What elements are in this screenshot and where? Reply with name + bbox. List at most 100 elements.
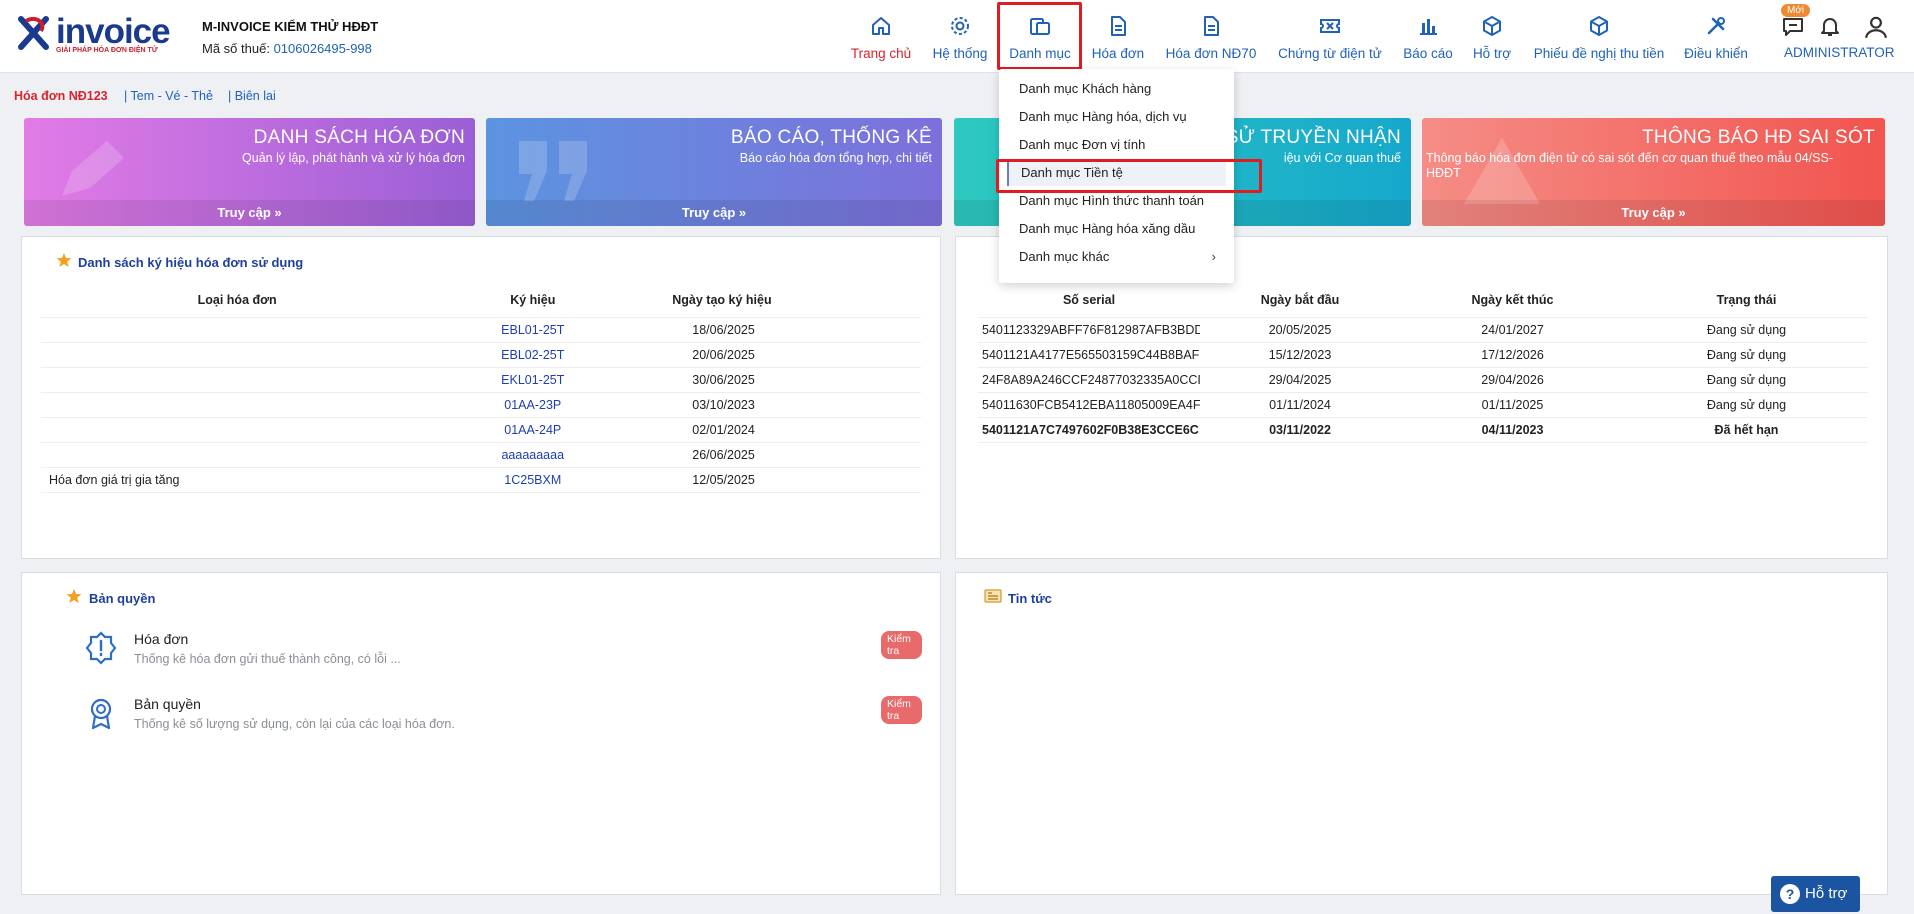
panel-title: Tin tức [1008, 591, 1052, 606]
panel-title: Danh sách ký hiệu hóa đơn sử dụng [78, 255, 304, 270]
tab-receipts[interactable]: | Biên lai [228, 89, 276, 103]
license-item-name: Bản quyền [134, 696, 201, 712]
tab-invoice-nd123[interactable]: Hóa đơn NĐ123 [14, 89, 108, 103]
col-status: Trạng thái [1625, 283, 1868, 318]
cell-status: Đã hết hạn [1625, 417, 1868, 443]
cell-end-date: 29/04/2026 [1400, 367, 1625, 393]
cell-invoice-type [41, 342, 434, 368]
panel-title: Bản quyền [89, 591, 156, 606]
table-row[interactable]: 24F8A89A246CCF24877032335A0CCI 29/04/2025… [978, 367, 1868, 393]
nav-invoice[interactable]: Hóa đơn [1083, 0, 1153, 73]
cell-start-date: 29/04/2025 [1200, 367, 1400, 393]
nav-home-label: Trang chủ [850, 46, 912, 61]
cell-invoice-type [41, 392, 434, 418]
banner-access-button[interactable]: Truy cập » [486, 200, 942, 226]
help-button[interactable]: ? Hỗ trợ [1771, 876, 1860, 912]
nav-reports-label: Báo cáo [1403, 46, 1453, 61]
col-end-date: Ngày kết thúc [1400, 283, 1625, 318]
brand-logo[interactable]: invoice GIẢI PHÁP HÓA ĐƠN ĐIỆN TỬ [16, 10, 182, 58]
cell-created-date: 12/05/2025 [632, 467, 921, 493]
cell-start-date: 03/11/2022 [1200, 417, 1400, 443]
invoice-symbols-panel: Danh sách ký hiệu hóa đơn sử dụng Loại h… [21, 236, 941, 559]
cell-serial: 24F8A89A246CCF24877032335A0CCI [978, 367, 1200, 393]
notifications-button[interactable] [1815, 0, 1845, 73]
nav-support[interactable]: Hỗ trợ [1464, 0, 1520, 73]
admin-username[interactable]: ADMINISTRATOR [1784, 45, 1895, 60]
banner-access-button[interactable]: Truy cập » [24, 200, 475, 226]
nav-system[interactable]: Hệ thống [925, 0, 995, 73]
nav-invoice-label: Hóa đơn [1091, 46, 1145, 61]
table-row[interactable]: 01AA-24P 02/01/2024 [41, 417, 921, 443]
symbols-table: Loại hóa đơn Ký hiệu Ngày tạo ký hiệu EB… [41, 283, 921, 493]
home-icon [869, 14, 893, 38]
user-icon [1863, 14, 1887, 38]
check-button[interactable]: Kiểm tra [881, 631, 922, 659]
table-row[interactable]: Hóa đơn giá trị gia tăng 1C25BXM 12/05/202… [41, 467, 921, 493]
menu-item-other-label: Danh mục khác [1019, 249, 1110, 264]
nav-control[interactable]: Điều khiển [1678, 0, 1754, 73]
cell-symbol[interactable]: EBL02-25T [433, 342, 633, 368]
cell-symbol[interactable]: 1C25BXM [433, 467, 633, 493]
menu-item-fuel-goods[interactable]: Danh mục Hàng hóa xăng dầu [999, 216, 1234, 242]
cell-symbol[interactable]: aaaaaaaaa [433, 442, 633, 468]
cell-end-date: 17/12/2026 [1400, 342, 1625, 368]
nav-reports[interactable]: Báo cáo [1396, 0, 1460, 73]
banner-access-label: Truy cập [217, 205, 271, 220]
cell-symbol[interactable]: EBL01-25T [433, 317, 633, 343]
box-icon [1480, 14, 1504, 38]
currency-highlight-box [996, 159, 1262, 193]
cell-serial: 54011630FCB5412EBA11805009EA4F [978, 392, 1200, 418]
nav-payment-request[interactable]: Phiếu đề nghị thu tiền [1532, 0, 1666, 73]
license-item-invoices: Hóa đơn Thống kê hóa đơn gửi thuế thành … [22, 631, 922, 691]
table-row[interactable]: aaaaaaaaa 26/06/2025 [41, 442, 921, 468]
banner-title: DANH SÁCH HÓA ĐƠN [253, 127, 465, 148]
table-row[interactable]: EBL02-25T 20/06/2025 [41, 342, 921, 368]
tax-code-line: Mã số thuế: 0106026495-998 [202, 41, 372, 56]
cell-created-date: 02/01/2024 [632, 417, 921, 443]
user-menu-button[interactable] [1860, 0, 1890, 73]
table-row[interactable]: 5401121A4177E565503159C44B8BAF 15/12/2023… [978, 342, 1868, 368]
tax-code-value: 0106026495-998 [273, 41, 372, 56]
nav-e-vouchers[interactable]: Chứng từ điện tử [1274, 0, 1386, 73]
cell-created-date: 26/06/2025 [632, 442, 921, 468]
col-created-date: Ngày tạo ký hiệu [632, 283, 921, 318]
table-row[interactable]: 5401121A7C7497602F0B38E3CCE6C 03/11/2022 0… [978, 417, 1868, 443]
table-row[interactable]: EKL01-25T 30/06/2025 [41, 367, 921, 393]
chat-icon [1781, 14, 1805, 38]
table-row[interactable]: EBL01-25T 18/06/2025 [41, 317, 921, 343]
cell-symbol[interactable]: EKL01-25T [433, 367, 633, 393]
quote-icon [519, 141, 587, 201]
col-invoice-type: Loại hóa đơn [41, 283, 434, 318]
menu-item-other-catalogs[interactable]: Danh mục khác › [999, 244, 1234, 270]
banner-reports: BÁO CÁO, THỐNG KÊ Báo cáo hóa đơn tổng h… [486, 118, 942, 226]
table-row[interactable]: 5401123329ABFF76F812987AFB3BDD 20/05/2025… [978, 317, 1868, 343]
banner-desc: Quản lý lập, phát hành và xử lý hóa đơn [242, 151, 465, 165]
menu-item-goods-services[interactable]: Danh mục Hàng hóa, dịch vụ [999, 104, 1234, 130]
certificates-table: Số serial Ngày bắt đầu Ngày kết thúc Trạ… [978, 283, 1868, 443]
col-symbol: Ký hiệu [433, 283, 633, 318]
tax-label: Mã số thuế: [202, 41, 270, 56]
document-icon [1199, 14, 1223, 38]
cell-invoice-type [41, 442, 434, 468]
banner-access-button[interactable]: Truy cập » [1422, 200, 1885, 226]
nav-home[interactable]: Trang chủ [845, 0, 917, 73]
col-serial: Số serial [978, 283, 1200, 318]
nav-e-vouchers-label: Chứng từ điện tử [1278, 46, 1382, 61]
menu-item-units[interactable]: Danh mục Đơn vị tính [999, 132, 1234, 158]
cell-serial: 5401121A4177E565503159C44B8BAF [978, 342, 1200, 368]
cell-symbol[interactable]: 01AA-24P [433, 417, 633, 443]
cell-created-date: 18/06/2025 [632, 317, 921, 343]
table-row[interactable]: 01AA-23P 03/10/2023 [41, 392, 921, 418]
nav-invoice-nd70[interactable]: Hóa đơn NĐ70 [1160, 0, 1262, 73]
tab-stamps-tickets[interactable]: | Tem - Vé - Thẻ [124, 89, 213, 103]
cell-end-date: 01/11/2025 [1400, 392, 1625, 418]
question-icon: ? [1780, 884, 1800, 904]
menu-item-customers[interactable]: Danh mục Khách hàng [999, 76, 1234, 102]
cell-serial: 5401121A7C7497602F0B38E3CCE6C [978, 417, 1200, 443]
cell-status: Đang sử dụng [1625, 342, 1868, 368]
check-button[interactable]: Kiểm tra [881, 696, 922, 724]
new-badge: Mới [1781, 4, 1811, 17]
nav-payment-request-label: Phiếu đề nghị thu tiền [1533, 46, 1665, 61]
table-row[interactable]: 54011630FCB5412EBA11805009EA4F 01/11/2024… [978, 392, 1868, 418]
cell-symbol[interactable]: 01AA-23P [433, 392, 633, 418]
